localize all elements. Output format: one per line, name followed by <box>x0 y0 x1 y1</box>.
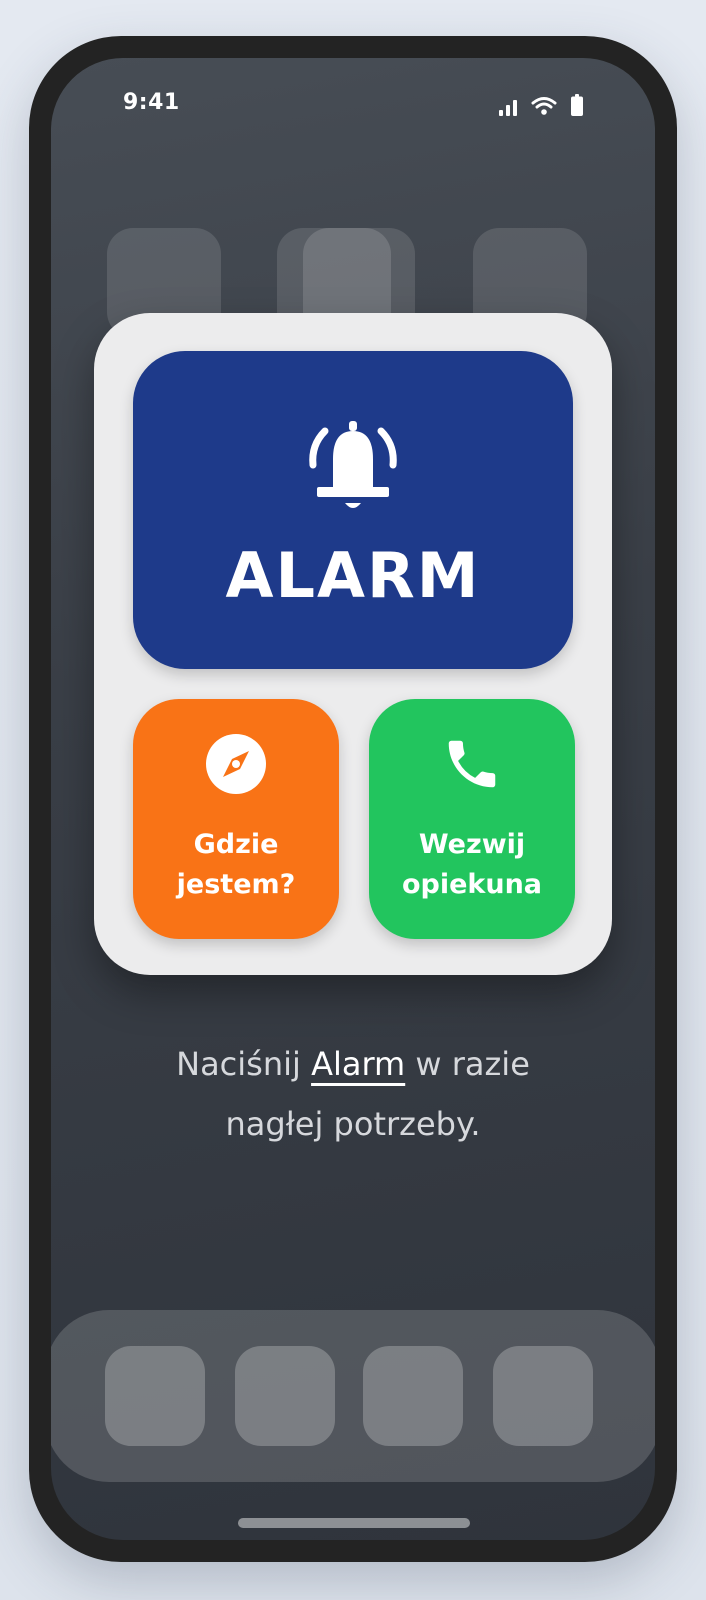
where-am-i-label: Gdzie jestem? <box>176 829 296 900</box>
status-icons <box>499 94 583 116</box>
hint-highlight: Alarm <box>311 1045 406 1083</box>
home-indicator[interactable] <box>238 1518 470 1528</box>
dock <box>51 1310 655 1482</box>
status-time: 9:41 <box>123 90 180 115</box>
signal-icon <box>499 98 517 116</box>
dock-app-icon[interactable] <box>493 1346 593 1446</box>
hint-text: Naciśnij Alarm w razie nagłej potrzeby. <box>176 1045 530 1143</box>
bell-ringing-icon <box>303 417 403 521</box>
call-caregiver-label: Wezwij opiekuna <box>401 829 543 900</box>
dock-app-icon[interactable] <box>105 1346 205 1446</box>
emergency-widget: ALARM Gdzie jestem? Wezwij opiekuna <box>94 313 612 975</box>
home-screen: 9:41 ALARM Gdzie jestem? Wezwij opiekuna… <box>51 58 655 1540</box>
status-bar: 9:41 <box>51 58 655 158</box>
phone-frame: 9:41 ALARM Gdzie jestem? Wezwij opiekuna… <box>29 36 677 1562</box>
dock-app-icon[interactable] <box>363 1346 463 1446</box>
wifi-icon <box>531 96 557 116</box>
where-am-i-button[interactable]: Gdzie jestem? <box>133 699 339 939</box>
battery-icon <box>571 94 583 116</box>
alarm-label: ALARM <box>225 539 481 612</box>
call-caregiver-button[interactable]: Wezwij opiekuna <box>369 699 575 939</box>
alarm-button[interactable]: ALARM <box>133 351 573 669</box>
phone-icon <box>369 733 575 795</box>
compass-icon <box>133 733 339 795</box>
dock-app-icon[interactable] <box>235 1346 335 1446</box>
